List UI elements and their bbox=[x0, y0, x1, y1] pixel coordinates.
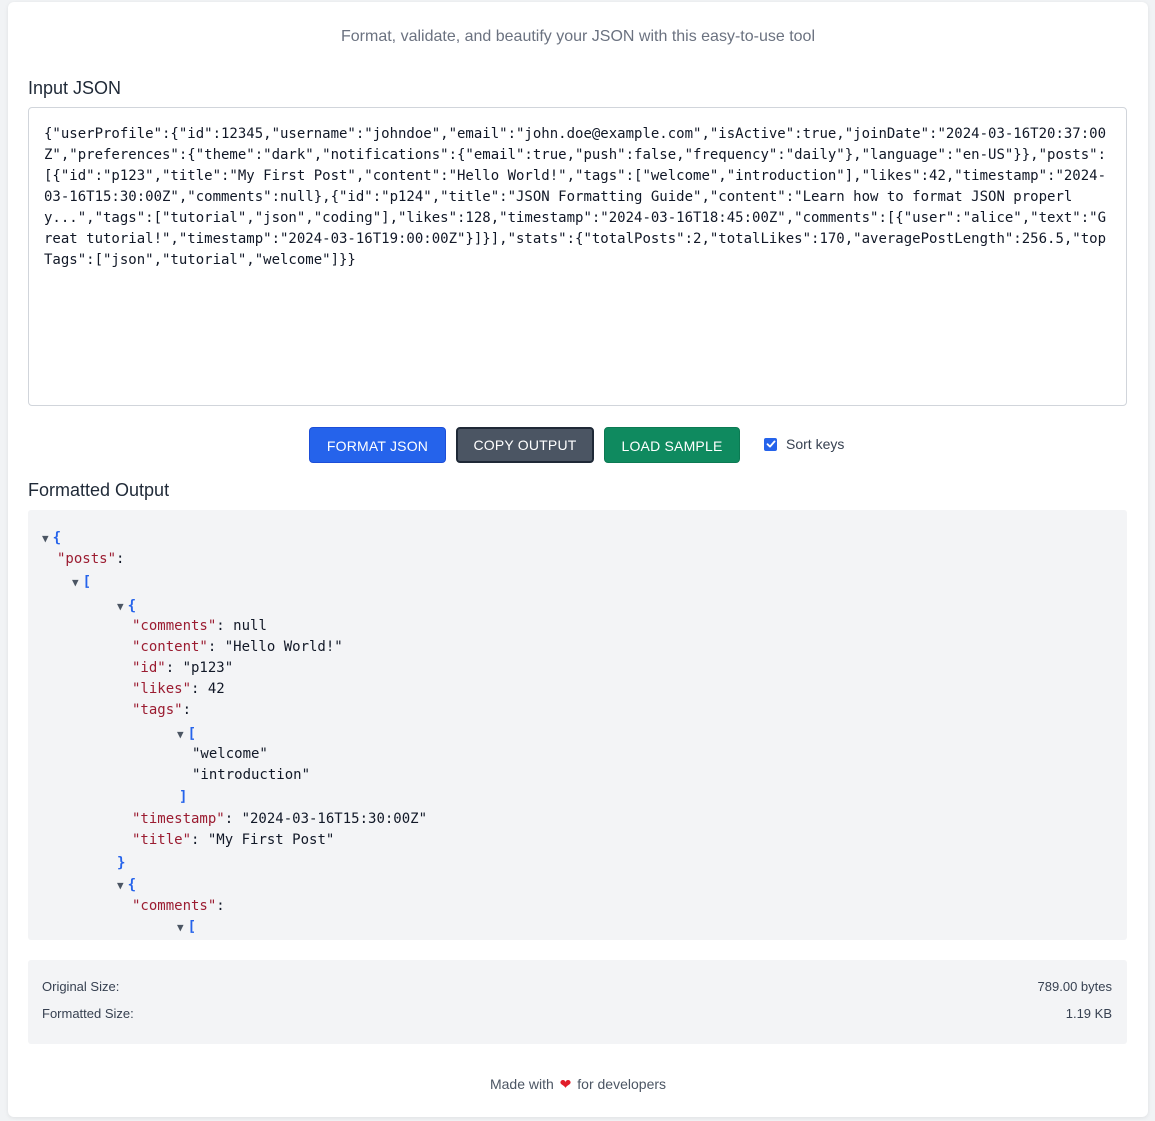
tree-line[interactable]: ▼{ bbox=[42, 528, 61, 548]
collapse-toggle-icon[interactable]: ▼ bbox=[117, 600, 124, 613]
tree-line: "comments": null bbox=[132, 616, 267, 636]
key-separator: : bbox=[191, 681, 208, 697]
tree-line: "comments": bbox=[132, 896, 225, 916]
tree-line: ] bbox=[179, 787, 187, 807]
footer-suffix: for developers bbox=[577, 1076, 667, 1092]
original-size-row: Original Size: 789.00 bytes bbox=[42, 979, 1112, 994]
key-separator: : bbox=[116, 551, 125, 567]
collapse-toggle-icon[interactable]: ▼ bbox=[72, 576, 79, 589]
json-value: "2024-03-16T15:30:00Z" bbox=[241, 811, 428, 827]
heart-icon: ❤ bbox=[559, 1076, 572, 1092]
bracket-open: { bbox=[127, 598, 137, 614]
json-key: "content" bbox=[132, 639, 208, 655]
footer: Made with ❤ for developers bbox=[8, 1076, 1148, 1093]
tree-line: "likes": 42 bbox=[132, 679, 225, 699]
key-separator: : bbox=[191, 832, 208, 848]
tree-line: } bbox=[117, 853, 125, 873]
load-sample-button[interactable]: LOAD SAMPLE bbox=[604, 427, 740, 463]
json-key: "timestamp" bbox=[132, 811, 225, 827]
sort-keys-label: Sort keys bbox=[786, 436, 845, 452]
json-value: 42 bbox=[207, 681, 225, 697]
check-icon bbox=[766, 440, 775, 448]
json-key: "id" bbox=[132, 660, 166, 676]
sort-keys-checkbox[interactable] bbox=[764, 437, 777, 451]
json-key: "title" bbox=[132, 832, 192, 848]
tree-line: "posts": bbox=[57, 549, 124, 569]
json-key: "likes" bbox=[132, 681, 192, 697]
collapse-toggle-icon[interactable]: ▼ bbox=[177, 728, 184, 741]
formatted-output-panel[interactable]: ▼{"posts": ▼[▼{"comments": null "content":… bbox=[28, 510, 1127, 940]
bracket-open: [ bbox=[187, 726, 197, 742]
json-input-textarea[interactable]: {"userProfile":{"id":12345,"username":"j… bbox=[28, 107, 1127, 406]
tree-line: "title": "My First Post" bbox=[132, 830, 334, 850]
json-value: "My First Post" bbox=[207, 832, 335, 848]
main-card: Format, validate, and beautify your JSON… bbox=[8, 2, 1148, 1117]
tree-line: "welcome" bbox=[192, 744, 268, 764]
bracket-open: [ bbox=[82, 574, 92, 590]
json-value: null bbox=[233, 618, 267, 634]
collapse-toggle-icon[interactable]: ▼ bbox=[177, 921, 184, 934]
json-key: "tags" bbox=[132, 702, 183, 718]
tree-line: "tags": bbox=[132, 700, 191, 720]
tree-line[interactable]: ▼{ bbox=[117, 875, 136, 895]
json-key: "comments" bbox=[132, 898, 217, 914]
json-value: "Hello World!" bbox=[224, 639, 343, 655]
original-size-label: Original Size: bbox=[42, 979, 120, 994]
tree-line[interactable]: ▼[ bbox=[177, 724, 196, 744]
bracket-close: ] bbox=[179, 789, 188, 805]
tree-line: "id": "p123" bbox=[132, 658, 233, 678]
copy-output-button[interactable]: COPY OUTPUT bbox=[456, 427, 594, 463]
footer-prefix: Made with bbox=[489, 1076, 554, 1092]
bracket-close: } bbox=[117, 855, 126, 871]
output-label: Formatted Output bbox=[28, 480, 170, 500]
tree-line[interactable]: ▼[ bbox=[177, 917, 196, 937]
page-subtitle: Format, validate, and beautify your JSON… bbox=[341, 28, 815, 45]
bracket-open: { bbox=[127, 877, 137, 893]
sort-keys-control[interactable]: Sort keys bbox=[764, 436, 844, 452]
key-separator: : bbox=[207, 639, 225, 655]
bracket-open: [ bbox=[187, 919, 197, 935]
bracket-open: { bbox=[52, 530, 62, 546]
key-separator: : bbox=[182, 702, 192, 718]
original-size-value: 789.00 bytes bbox=[1037, 979, 1112, 994]
json-key: "posts" bbox=[57, 551, 117, 567]
formatted-size-row: Formatted Size: 1.19 KB bbox=[42, 1006, 1112, 1021]
tree-line: "introduction" bbox=[192, 765, 310, 785]
tree-line[interactable]: ▼{ bbox=[117, 596, 136, 616]
formatted-size-value: 1.19 KB bbox=[1065, 1006, 1112, 1021]
collapse-toggle-icon[interactable]: ▼ bbox=[117, 879, 124, 892]
size-stats-panel: Original Size: 789.00 bytes Formatted Si… bbox=[28, 960, 1127, 1044]
collapse-toggle-icon[interactable]: ▼ bbox=[42, 532, 49, 545]
json-key: "comments" bbox=[132, 618, 217, 634]
json-value: "p123" bbox=[182, 660, 234, 676]
formatted-size-label: Formatted Size: bbox=[42, 1006, 134, 1021]
json-value: "introduction" bbox=[192, 767, 311, 783]
input-label: Input JSON bbox=[28, 78, 122, 98]
key-separator: : bbox=[165, 660, 183, 676]
tree-line: "timestamp": "2024-03-16T15:30:00Z" bbox=[132, 809, 427, 829]
tree-line: "content": "Hello World!" bbox=[132, 637, 343, 657]
json-value: "welcome" bbox=[192, 746, 268, 762]
key-separator: : bbox=[224, 811, 242, 827]
tree-line[interactable]: ▼[ bbox=[72, 572, 91, 592]
format-json-button[interactable]: FORMAT JSON bbox=[309, 427, 446, 463]
key-separator: : bbox=[216, 898, 225, 914]
key-separator: : bbox=[216, 618, 234, 634]
